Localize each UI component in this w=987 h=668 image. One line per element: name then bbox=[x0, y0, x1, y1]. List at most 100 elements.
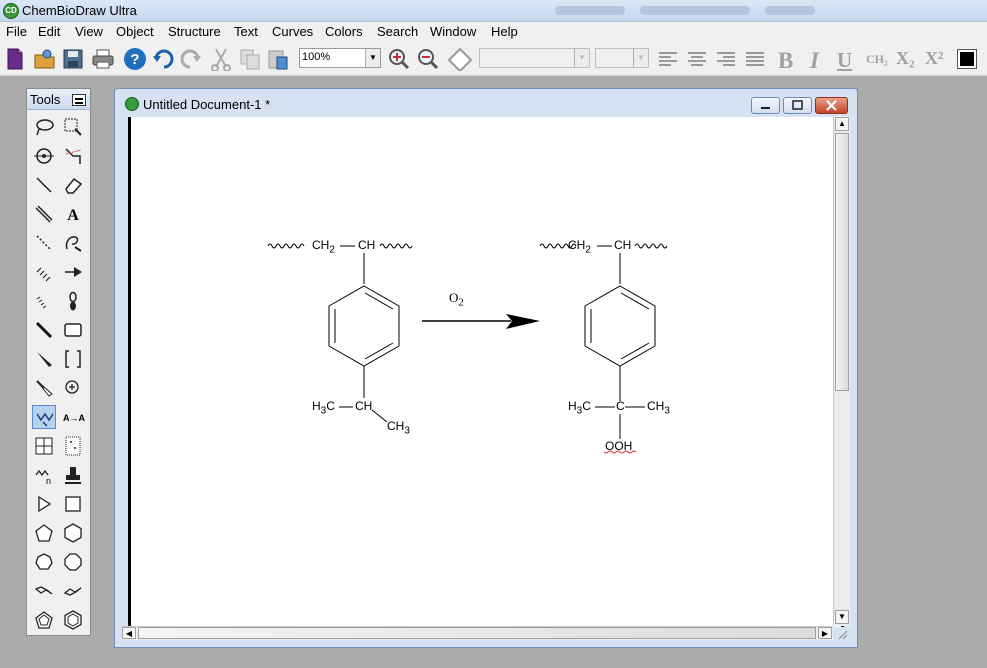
chevron-down-icon[interactable]: ▼ bbox=[633, 49, 648, 67]
drawing-elements-tool[interactable] bbox=[61, 318, 85, 342]
chair-icon bbox=[34, 586, 53, 595]
tools-palette-header[interactable]: Tools bbox=[27, 89, 90, 110]
cyclohexane-chair-tool[interactable] bbox=[32, 579, 56, 603]
wedge-bond-tool[interactable] bbox=[32, 347, 56, 371]
hexagon-tool[interactable] bbox=[61, 521, 85, 545]
cyclohexane-chair-alt-tool[interactable] bbox=[61, 579, 85, 603]
acyclic-chain-tool[interactable]: n bbox=[32, 463, 56, 487]
chevron-down-icon[interactable]: ▼ bbox=[574, 49, 589, 67]
scroll-right-arrow-icon[interactable]: ▶ bbox=[818, 627, 832, 639]
bold-bond-tool[interactable] bbox=[32, 318, 56, 342]
heptagon-tool[interactable] bbox=[32, 550, 56, 574]
chembiodraw-app-icon[interactable]: CD bbox=[3, 3, 19, 19]
play-tool[interactable] bbox=[32, 492, 56, 516]
formula-button[interactable]: CH₂ bbox=[866, 52, 888, 67]
underline-button[interactable]: U bbox=[837, 48, 852, 73]
eraser-tool[interactable] bbox=[61, 173, 85, 197]
undo-icon[interactable] bbox=[152, 47, 174, 71]
close-icon bbox=[826, 100, 837, 111]
superscript-button[interactable]: X² bbox=[925, 48, 943, 69]
product-ooh-label: OOH bbox=[605, 439, 633, 453]
drawing-canvas[interactable]: CH2 CH H3C CH CH3 O2 CH2 CH H3C C CH3 OO… bbox=[128, 117, 844, 627]
menu-help[interactable]: Help bbox=[491, 24, 518, 39]
templates-tool[interactable] bbox=[61, 463, 85, 487]
font-size-combo[interactable]: ▼ bbox=[595, 48, 649, 68]
brackets-tool[interactable] bbox=[61, 347, 85, 371]
menu-curves[interactable]: Curves bbox=[272, 24, 313, 39]
wavy-bond-tool[interactable] bbox=[32, 289, 56, 313]
benzene-tool[interactable] bbox=[61, 608, 85, 632]
menu-structure[interactable]: Structure bbox=[168, 24, 221, 39]
save-icon[interactable] bbox=[62, 47, 84, 71]
mass-fragmentation-tool[interactable] bbox=[32, 144, 56, 168]
show-crosshair-icon[interactable] bbox=[447, 47, 473, 71]
menu-search[interactable]: Search bbox=[377, 24, 418, 39]
color-button[interactable] bbox=[957, 49, 977, 69]
scroll-left-arrow-icon[interactable]: ◀ bbox=[122, 627, 136, 639]
chevron-down-icon[interactable]: ▼ bbox=[365, 49, 380, 67]
menu-text[interactable]: Text bbox=[234, 24, 258, 39]
hollow-wedge-tool[interactable] bbox=[32, 376, 56, 400]
cut-icon[interactable] bbox=[209, 47, 233, 71]
orbital-tool[interactable] bbox=[61, 289, 85, 313]
menu-view[interactable]: View bbox=[75, 24, 103, 39]
menu-file[interactable]: File bbox=[6, 24, 27, 39]
align-left-icon[interactable] bbox=[657, 47, 679, 71]
align-center-icon[interactable] bbox=[686, 47, 708, 71]
solid-bond-tool[interactable] bbox=[32, 173, 56, 197]
query-tool[interactable]: A→A bbox=[61, 405, 85, 429]
subscript-button[interactable]: X₂ bbox=[896, 48, 914, 69]
zoom-out-icon[interactable] bbox=[416, 47, 440, 71]
marquee-tool[interactable] bbox=[61, 115, 85, 139]
zoom-combo[interactable]: 100% ▼ bbox=[299, 48, 381, 68]
text-tool[interactable]: A bbox=[61, 202, 85, 226]
new-document-icon[interactable] bbox=[5, 47, 25, 71]
vertical-scroll-thumb[interactable] bbox=[835, 133, 849, 391]
tlc-plate-tool[interactable] bbox=[61, 434, 85, 458]
rectangle-tool[interactable] bbox=[61, 492, 85, 516]
hashed-bond-tool[interactable] bbox=[32, 260, 56, 284]
lasso-tool[interactable] bbox=[32, 115, 56, 139]
vertical-scrollbar[interactable]: ▲ ▼ bbox=[833, 116, 850, 626]
pen-tool[interactable] bbox=[61, 231, 85, 255]
octagon-tool[interactable] bbox=[61, 550, 85, 574]
arrow-tool[interactable] bbox=[61, 260, 85, 284]
menu-window[interactable]: Window bbox=[430, 24, 476, 39]
palette-menu-icon[interactable] bbox=[72, 94, 86, 106]
menu-edit[interactable]: Edit bbox=[38, 24, 60, 39]
pentagon-tool[interactable] bbox=[32, 521, 56, 545]
print-icon[interactable] bbox=[91, 47, 115, 71]
blurred-region bbox=[555, 6, 625, 15]
minimize-button[interactable] bbox=[751, 97, 780, 114]
zoom-in-icon[interactable] bbox=[387, 47, 411, 71]
paste-icon[interactable] bbox=[266, 47, 290, 71]
scroll-up-arrow-icon[interactable]: ▲ bbox=[835, 117, 849, 131]
align-right-icon[interactable] bbox=[715, 47, 737, 71]
horizontal-scroll-thumb[interactable] bbox=[138, 627, 816, 639]
table-tool[interactable] bbox=[32, 434, 56, 458]
resize-grip-icon[interactable] bbox=[835, 627, 849, 641]
bold-button[interactable]: B bbox=[778, 48, 793, 74]
help-icon[interactable]: ? bbox=[123, 47, 147, 71]
close-button[interactable] bbox=[815, 97, 848, 114]
scroll-down-arrow-icon[interactable]: ▼ bbox=[835, 610, 849, 624]
font-combo[interactable]: ▼ bbox=[479, 48, 590, 68]
italic-button[interactable]: I bbox=[810, 48, 819, 74]
cyclopentane-tool[interactable] bbox=[32, 608, 56, 632]
justify-icon[interactable] bbox=[744, 47, 766, 71]
chemical-symbols-tool[interactable] bbox=[61, 376, 85, 400]
horizontal-scrollbar[interactable]: ◀ ▶ bbox=[121, 626, 833, 640]
maximize-button[interactable] bbox=[783, 97, 812, 114]
open-icon[interactable] bbox=[33, 47, 57, 71]
atom-label: H bbox=[568, 399, 577, 413]
dashed-bond-tool[interactable] bbox=[32, 231, 56, 255]
perspective-icon bbox=[65, 148, 82, 164]
structure-perspective-tool[interactable] bbox=[61, 144, 85, 168]
menu-colors[interactable]: Colors bbox=[325, 24, 363, 39]
copy-icon[interactable] bbox=[238, 47, 262, 71]
reactant-ch3-label: CH3 bbox=[387, 419, 410, 436]
chain-tool[interactable] bbox=[32, 405, 56, 429]
hashed-wedge-tool[interactable] bbox=[32, 202, 56, 226]
menu-object[interactable]: Object bbox=[116, 24, 154, 39]
redo-icon[interactable] bbox=[180, 47, 202, 71]
